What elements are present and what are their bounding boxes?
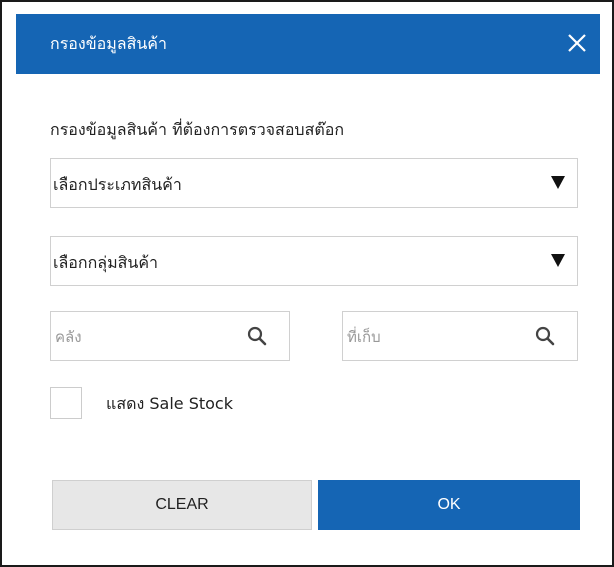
location-search-button[interactable] [535, 326, 555, 350]
dialog-body: กรองข้อมูลสินค้า ที่ต้องการตรวจสอบสต๊อก … [16, 74, 600, 552]
filter-instruction: กรองข้อมูลสินค้า ที่ต้องการตรวจสอบสต๊อก [50, 120, 345, 139]
location-input[interactable] [345, 322, 519, 352]
caret-down-icon [551, 254, 565, 267]
product-group-label: เลือกกลุ่มสินค้า [53, 253, 158, 272]
search-icon [247, 326, 267, 346]
sale-stock-label: แสดง Sale Stock [106, 394, 233, 413]
sale-stock-checkbox[interactable] [50, 387, 82, 419]
product-group-select[interactable]: เลือกกลุ่มสินค้า [50, 236, 578, 286]
caret-down-icon [551, 176, 565, 189]
warehouse-search-box [50, 311, 290, 361]
warehouse-search-button[interactable] [247, 326, 267, 350]
warehouse-input[interactable] [53, 322, 227, 352]
search-icon [535, 326, 555, 346]
product-type-label: เลือกประเภทสินค้า [53, 175, 182, 194]
product-type-select[interactable]: เลือกประเภทสินค้า [50, 158, 578, 208]
clear-button[interactable]: CLEAR [52, 480, 312, 530]
dialog-title: กรองข้อมูลสินค้า [50, 34, 167, 53]
close-icon [568, 34, 586, 52]
dialog-frame: กรองข้อมูลสินค้า กรองข้อมูลสินค้า ที่ต้อ… [0, 0, 614, 567]
ok-button[interactable]: OK [318, 480, 580, 530]
location-search-box [342, 311, 578, 361]
close-button[interactable] [562, 28, 592, 58]
dialog-header: กรองข้อมูลสินค้า [16, 14, 600, 74]
